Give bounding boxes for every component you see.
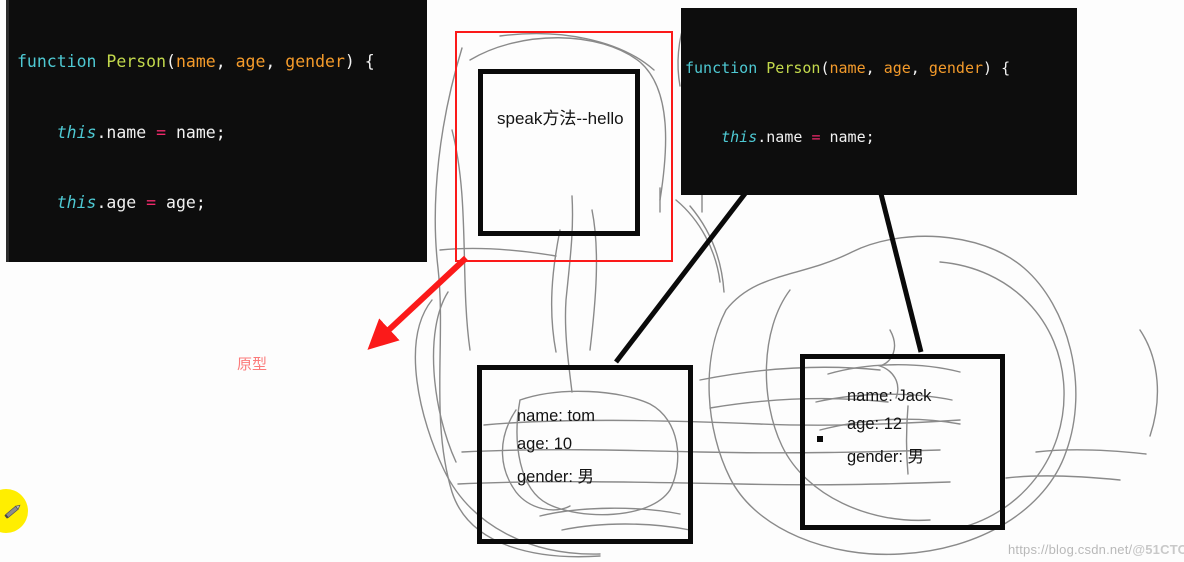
pencil-icon — [4, 504, 21, 519]
token-comma: , — [215, 52, 236, 71]
token-value: name; — [166, 122, 226, 142]
token-this: this — [721, 128, 758, 146]
token-operator: = — [156, 122, 167, 142]
token-paren: ) { — [344, 52, 375, 71]
prototype-label: 原型 — [237, 356, 268, 373]
token-param: name — [175, 52, 216, 71]
token-property: .name — [96, 122, 157, 142]
annotated-diagram-canvas: function Person(name, age, gender) { thi… — [0, 0, 1184, 562]
object-field-gender: gender: 男 — [847, 448, 925, 466]
watermark-url: https://blog.csdn.net/ — [1008, 542, 1133, 557]
object-field-age: age: 12 — [847, 415, 903, 433]
token-paren: ( — [820, 59, 830, 77]
code-line: this.name = name; — [17, 121, 427, 145]
token-keyword: function — [17, 52, 97, 71]
token-paren: ( — [166, 52, 176, 71]
code-block-left: function Person(name, age, gender) { thi… — [6, 0, 427, 262]
token-param: gender — [928, 59, 984, 77]
code-line: this.age = age; — [17, 191, 427, 215]
code-line: this.name = name; — [685, 126, 1077, 149]
bullet-dot — [817, 436, 823, 442]
token-value: age; — [156, 193, 206, 212]
pen-tool-button[interactable] — [0, 489, 28, 533]
token-operator: = — [146, 193, 157, 212]
speak-method-label: speak方法--hello — [497, 109, 624, 128]
code-line: this.gender = gender; — [17, 262, 427, 263]
code-line: function Person(name, age, gender) { — [17, 50, 427, 74]
object-box-p2: name: Jack age: 12 gender: 男 — [800, 354, 1005, 530]
token-comma: , — [865, 59, 884, 77]
object-field-name: name: tom — [517, 407, 595, 425]
token-param: age — [235, 52, 266, 71]
token-comma: , — [910, 59, 929, 77]
token-comma: , — [265, 52, 286, 71]
token-function-name: Person — [106, 52, 167, 71]
token-this: this — [56, 122, 97, 142]
watermark: https://blog.csdn.net/@51CTO博客 — [1008, 539, 1184, 558]
speak-method-box: speak方法--hello — [478, 69, 640, 236]
token-property: .name — [757, 128, 812, 146]
token-this: this — [56, 193, 97, 212]
code-block-right: function Person(name, age, gender) { thi… — [681, 8, 1077, 195]
object-field-age: age: 10 — [517, 435, 573, 453]
token-value: name; — [820, 128, 875, 146]
object-field-gender: gender: 男 — [517, 468, 595, 486]
object-box-p1: name: tom age: 10 gender: 男 — [477, 365, 693, 544]
token-param: age — [883, 59, 911, 77]
token-function-name: Person — [766, 59, 821, 77]
token-property: .age — [96, 193, 147, 212]
token-keyword: function — [685, 59, 758, 77]
token-param: name — [829, 59, 866, 77]
object-field-name: name: Jack — [847, 387, 932, 405]
code-line: function Person(name, age, gender) { — [685, 57, 1077, 80]
pointer-line-to-object-2 — [875, 181, 924, 353]
token-param: gender — [285, 52, 345, 71]
watermark-brand: @51CTO博客 — [1132, 542, 1184, 557]
token-paren: ) { — [983, 59, 1011, 77]
